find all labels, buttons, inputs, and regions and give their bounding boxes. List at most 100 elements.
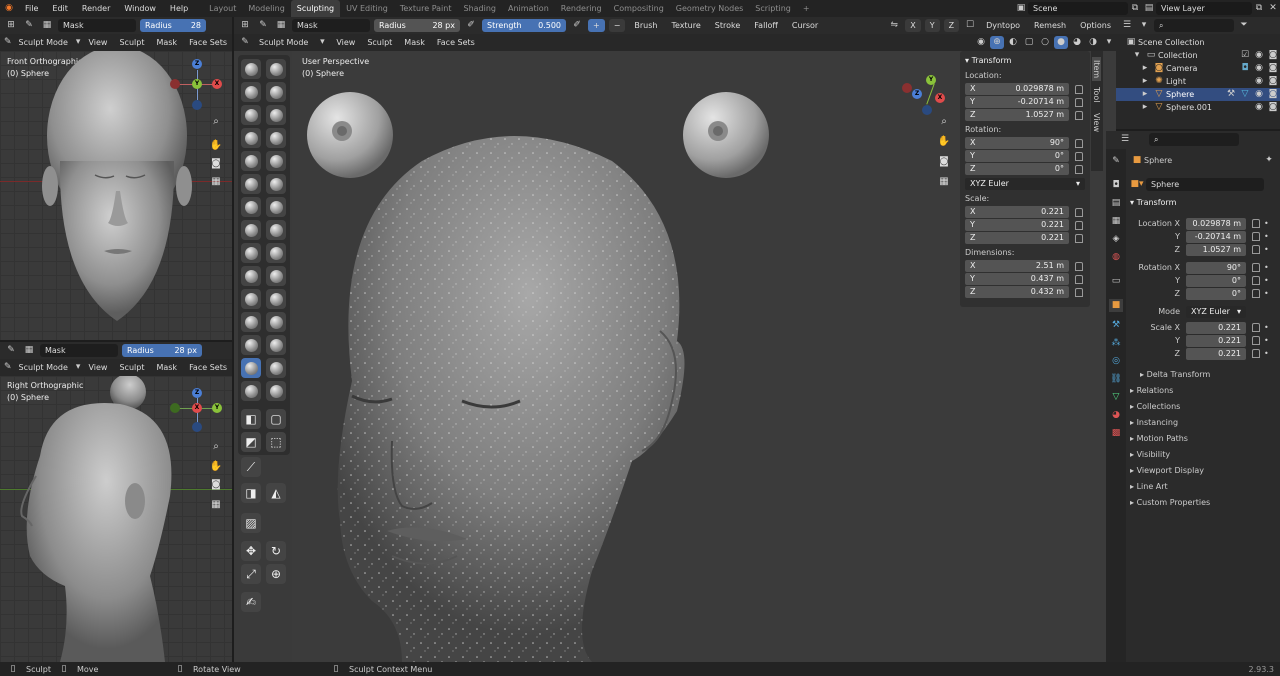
eye-icon[interactable]: ◉ <box>1252 75 1266 88</box>
menu-sculpt[interactable]: Sculpt <box>114 361 149 374</box>
keyframe-dot-icon[interactable]: • <box>1264 336 1269 345</box>
pan-hand-icon[interactable]: ✋ <box>208 137 224 153</box>
flatten-brush-tool[interactable] <box>241 174 261 194</box>
thumb-brush-tool[interactable] <box>241 266 261 286</box>
lock-icon[interactable] <box>1075 274 1083 284</box>
radius-slider[interactable]: Radius 28 px <box>374 19 460 32</box>
draw-face-sets-brush-tool[interactable] <box>266 358 286 378</box>
tab-view[interactable]: View <box>1092 113 1101 132</box>
options-menu[interactable]: Options <box>1075 19 1116 32</box>
checkbox-icon[interactable]: ☑ <box>1238 49 1252 62</box>
display-mode-icon[interactable]: ▾ <box>1137 19 1151 32</box>
texture-icon[interactable]: ▦ <box>274 19 288 32</box>
menu-window[interactable]: Window <box>117 0 163 17</box>
zoom-icon[interactable]: ⌕ <box>936 113 952 129</box>
copy-scene-icon[interactable]: ⧉ <box>1128 2 1142 15</box>
pan-hand-icon[interactable]: ✋ <box>208 458 224 474</box>
lock-icon[interactable] <box>1252 263 1260 272</box>
number-field[interactable]: Y 0.437 m <box>965 273 1069 285</box>
crease-brush-tool[interactable] <box>241 151 261 171</box>
clay-brush-tool[interactable] <box>241 82 261 102</box>
section-motion-paths[interactable]: ▸ Motion Paths <box>1130 431 1276 447</box>
keyframe-dot-icon[interactable]: • <box>1264 289 1269 298</box>
add-workspace-icon[interactable]: + <box>797 0 816 17</box>
front-ortho-viewport[interactable]: Front Orthographic (0) Sphere Z Y X ⌕ ✋ … <box>0 51 232 340</box>
particles-tab-icon[interactable]: ⁂ <box>1109 337 1123 350</box>
wireframe-shading-icon[interactable]: ○ <box>1038 36 1052 49</box>
keyframe-dot-icon[interactable]: • <box>1264 276 1269 285</box>
tab-scripting[interactable]: Scripting <box>749 0 797 17</box>
lock-icon[interactable] <box>1075 287 1083 297</box>
mode-dropdown[interactable]: Sculpt Mode <box>14 36 73 49</box>
data-tab-icon[interactable]: ▽ <box>1109 391 1123 404</box>
mode-dropdown[interactable]: Sculpt Mode <box>254 36 313 49</box>
menu-face-sets[interactable]: Face Sets <box>184 361 232 374</box>
line-project-tool[interactable]: ⟋ <box>241 457 261 477</box>
transform-tool[interactable]: ⊕ <box>266 564 286 584</box>
lock-icon[interactable] <box>1252 336 1260 345</box>
pose-brush-tool[interactable] <box>266 266 286 286</box>
nav-gizmo[interactable]: Z X Y <box>170 388 226 436</box>
copy-layer-icon[interactable]: ⧉ <box>1252 2 1266 15</box>
outliner-item-sphere[interactable]: ▸ ▽ Sphere ⚒ ▽ ◉ ◙ <box>1116 88 1280 101</box>
axis-y-toggle[interactable]: Y <box>924 19 940 32</box>
rotation-mode-dropdown[interactable]: XYZ Euler ▾ <box>965 178 1085 190</box>
brush-name-field[interactable]: Mask <box>40 344 118 357</box>
multires-displacement-eraser-tool[interactable] <box>241 381 261 401</box>
grab-brush-tool[interactable] <box>266 220 286 240</box>
material-tab-icon[interactable]: ◕ <box>1109 409 1123 422</box>
cursor-menu[interactable]: Cursor <box>787 19 823 32</box>
section-visibility[interactable]: ▸ Visibility <box>1130 447 1276 463</box>
keyframe-dot-icon[interactable]: • <box>1264 349 1269 358</box>
axis-x-toggle[interactable]: X <box>905 19 921 32</box>
close-icon[interactable]: ✕ <box>1266 2 1280 15</box>
menu-view[interactable]: View <box>83 36 112 49</box>
draw-brush-tool[interactable] <box>241 59 261 79</box>
mesh-filter-tool[interactable]: ◨ <box>241 483 261 503</box>
pressure-icon[interactable]: ✐ <box>570 19 584 32</box>
tab-sculpting[interactable]: Sculpting <box>290 0 341 17</box>
brush-name-field[interactable]: Mask <box>292 19 370 32</box>
camera-icon[interactable]: ◙ <box>208 476 224 492</box>
smooth-brush-tool[interactable] <box>266 151 286 171</box>
tab-item[interactable]: Item <box>1092 57 1101 82</box>
number-field[interactable]: X 90° <box>965 137 1069 149</box>
collection-tab-icon[interactable]: ▭ <box>1109 275 1123 288</box>
menu-edit[interactable]: Edit <box>45 0 75 17</box>
mask-brush-tool[interactable] <box>241 358 261 378</box>
lock-icon[interactable] <box>1252 349 1260 358</box>
camera-visibility-icon[interactable]: ◙ <box>1266 101 1280 114</box>
material-shading-icon[interactable]: ◕ <box>1070 36 1084 49</box>
keyframe-dot-icon[interactable]: • <box>1264 263 1269 272</box>
grid-icon[interactable]: ▦ <box>208 173 224 189</box>
tab-compositing[interactable]: Compositing <box>608 0 670 17</box>
number-field[interactable]: 90° <box>1186 261 1246 274</box>
box-mask-tool[interactable]: ◧ <box>241 409 261 429</box>
section-relations[interactable]: ▸ Relations <box>1130 383 1276 399</box>
number-field[interactable]: Y 0.221 <box>965 219 1069 231</box>
menu-sculpt[interactable]: Sculpt <box>114 36 149 49</box>
boundary-brush-tool[interactable] <box>266 312 286 332</box>
move-tool[interactable]: ✥ <box>241 541 261 561</box>
number-field[interactable]: Z 0° <box>965 163 1069 175</box>
section-collections[interactable]: ▸ Collections <box>1130 399 1276 415</box>
dyntopo-checkbox[interactable]: ☐ <box>963 19 977 32</box>
number-field[interactable]: Z 1.0527 m <box>965 109 1069 121</box>
gizmo-icon[interactable]: ⊕ <box>990 36 1004 49</box>
editor-type-icon[interactable]: ☰ <box>1118 133 1132 146</box>
texture-icon[interactable]: ▦ <box>40 19 54 32</box>
tab-layout[interactable]: Layout <box>203 0 242 17</box>
brush-icon[interactable]: ✎ <box>4 344 18 357</box>
remesh-menu[interactable]: Remesh <box>1029 19 1071 32</box>
number-field[interactable]: Z 0.432 m <box>965 286 1069 298</box>
menu-file[interactable]: File <box>18 0 45 17</box>
number-field[interactable]: 0.029878 m <box>1186 217 1246 230</box>
section-viewport-display[interactable]: ▸ Viewport Display <box>1130 463 1276 479</box>
view-layer-tab-icon[interactable]: ▦ <box>1109 215 1123 228</box>
scrape-brush-tool[interactable] <box>241 197 261 217</box>
section-line-art[interactable]: ▸ Line Art <box>1130 479 1276 495</box>
lock-icon[interactable] <box>1252 245 1260 254</box>
brush-menu[interactable]: Brush <box>629 19 662 32</box>
lock-icon[interactable] <box>1075 110 1083 120</box>
physics-tab-icon[interactable]: ◎ <box>1109 355 1123 368</box>
